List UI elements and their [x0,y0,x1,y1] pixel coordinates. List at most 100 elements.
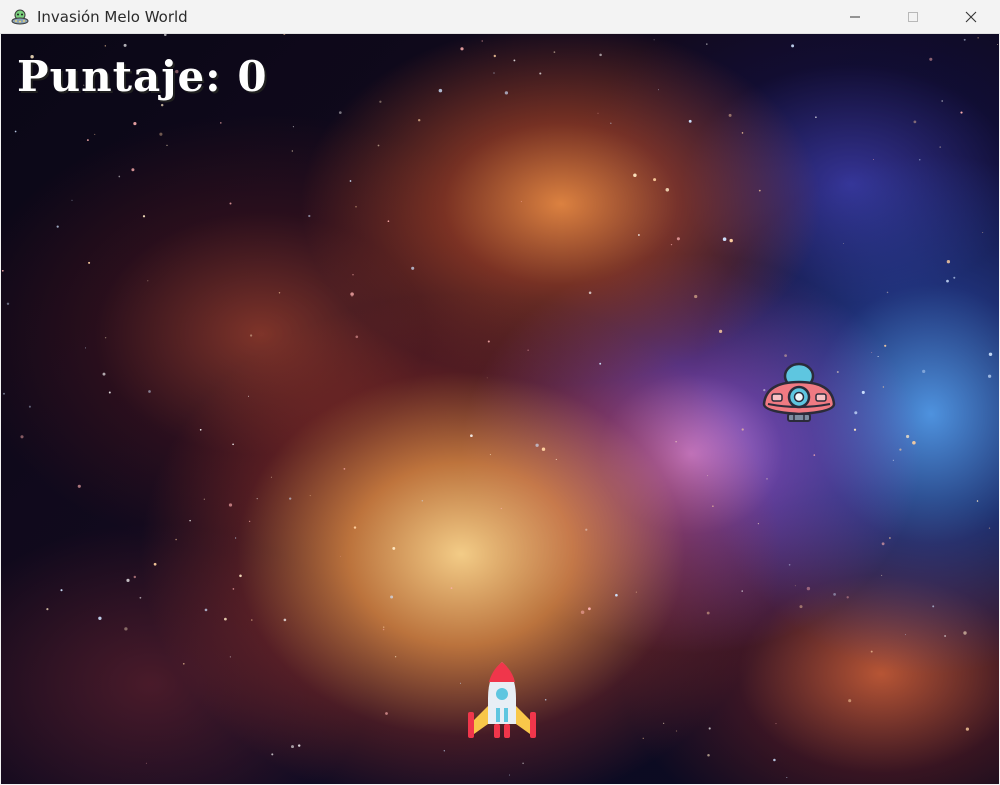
star [500,507,502,510]
star [870,650,873,653]
star [833,593,836,596]
star [338,111,342,114]
star [806,586,811,591]
star [182,662,185,665]
star [884,344,887,347]
star [377,144,380,147]
star [470,434,473,438]
star [757,523,759,525]
star [707,753,710,757]
star [438,88,443,93]
star [588,291,592,295]
star [108,391,111,394]
star [355,335,359,339]
rocket-icon[interactable] [464,660,540,742]
star [929,57,933,61]
star [289,497,292,500]
star [248,395,249,397]
maximize-button[interactable] [884,0,942,33]
star [520,201,522,203]
star [351,295,353,298]
star [292,126,294,128]
star [459,682,462,684]
star [615,593,618,597]
star [124,627,128,631]
star [658,89,659,91]
star [189,519,191,522]
maximize-icon [908,11,918,22]
star [283,618,287,622]
window-controls [826,0,1000,33]
star [46,608,49,611]
star [663,722,665,724]
star [889,537,891,539]
star [271,753,274,756]
star [133,122,137,126]
close-button[interactable] [942,0,1000,33]
star [871,352,873,354]
star [665,188,670,192]
star [741,590,743,592]
star [728,113,732,117]
star [387,220,390,223]
star [234,537,237,539]
star [283,34,286,36]
star [160,103,164,107]
window-title: Invasión Melo World [37,7,188,26]
star [758,189,761,192]
star [278,292,281,294]
star [308,214,311,218]
star [145,762,147,764]
alien-ufo-icon [11,9,29,24]
star [297,744,301,747]
star [588,607,591,611]
star [848,699,852,703]
star [228,503,233,507]
minimize-button[interactable] [826,0,884,33]
star [102,372,106,376]
star [675,730,678,732]
star [741,428,744,431]
star [343,468,346,470]
star [355,205,357,208]
star [204,608,208,612]
star [535,443,539,447]
star [392,546,396,550]
star [633,173,637,178]
star [653,39,655,41]
star [166,144,168,147]
star [676,237,680,241]
star [882,386,885,388]
star [766,478,768,480]
star [104,45,106,47]
star [232,443,234,446]
star [493,54,496,58]
star [987,374,992,378]
star [251,619,253,621]
star [421,500,424,502]
game-canvas[interactable]: Puntaje: 0 [1,34,999,784]
star [706,611,710,615]
star [963,38,966,41]
minimize-icon [850,16,860,17]
star [220,122,222,124]
star [340,555,342,557]
star [706,43,708,45]
star [541,447,546,451]
star [946,260,951,264]
star [443,750,445,752]
star [786,776,788,779]
star [229,202,232,205]
title-bar[interactable]: Invasión Melo World [0,0,1000,34]
star [944,635,947,637]
star [877,356,879,357]
star [670,243,673,246]
star [922,369,926,374]
star [508,774,510,776]
star [450,587,453,589]
star [791,44,795,48]
star [199,428,202,431]
star [653,178,657,182]
star [147,280,149,282]
star [722,237,727,241]
